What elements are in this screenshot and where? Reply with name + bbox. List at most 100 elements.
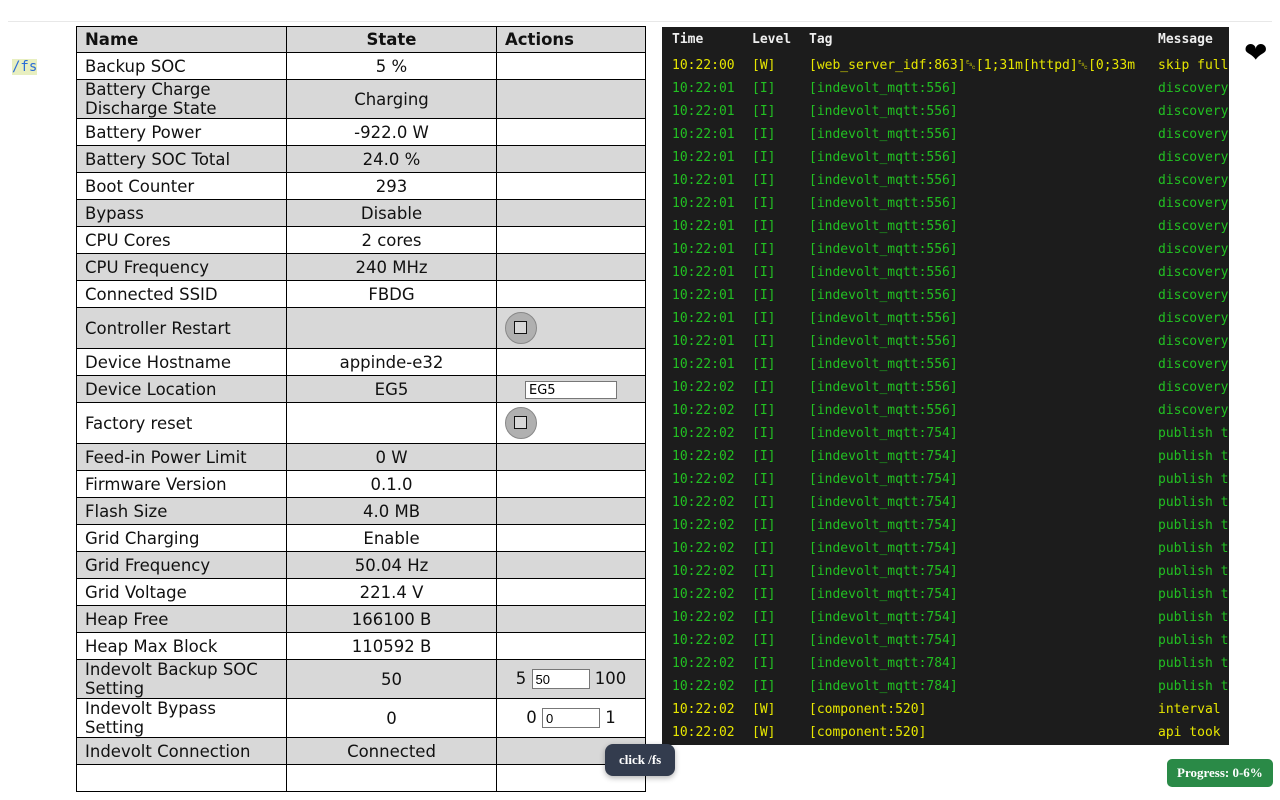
entity-name: Indevolt Connection	[76, 737, 287, 765]
log-tag: [indevolt_mqtt:556]	[809, 127, 958, 142]
entity-name: Battery Power	[76, 118, 287, 146]
log-message: publish t	[1158, 587, 1229, 602]
log-time: 10:22:01	[672, 288, 735, 303]
table-row: Factory reset	[76, 402, 646, 444]
entity-state: 24.0 %	[286, 145, 497, 173]
log-level: [I]	[752, 587, 776, 602]
log-time: 10:22:02	[672, 633, 735, 648]
log-tag: [indevolt_mqtt:556]	[809, 81, 958, 96]
entity-name	[76, 764, 287, 792]
table-row	[76, 764, 646, 792]
entity-actions	[496, 253, 646, 281]
entity-state	[286, 402, 497, 444]
log-message: publish t	[1158, 449, 1229, 464]
entity-name: Heap Free	[76, 605, 287, 633]
entity-actions	[496, 375, 646, 403]
log-message: skip full	[1158, 58, 1229, 73]
fs-link[interactable]: /fs	[12, 59, 38, 75]
entity-state: Disable	[286, 199, 497, 227]
entity-actions	[496, 551, 646, 579]
entity-name: Backup SOC	[76, 52, 287, 80]
table-row: Heap Free 166100 B	[76, 605, 646, 633]
heart-icon[interactable]: ❤	[1244, 36, 1267, 69]
entity-actions	[496, 578, 646, 606]
log-tag: [web_server_idf:863]␛[1;31m[httpd]␛[0;33…	[809, 58, 1136, 73]
log-message: discovery	[1158, 265, 1229, 280]
square-icon	[514, 321, 527, 334]
entity-state: appinde-e32	[286, 348, 497, 376]
log-message: discovery	[1158, 403, 1229, 418]
log-level: [I]	[752, 541, 776, 556]
header-name: Name	[76, 26, 287, 53]
log-time: 10:22:01	[672, 334, 735, 349]
entity-actions	[496, 307, 646, 349]
entity-state	[286, 764, 497, 792]
log-tag: [indevolt_mqtt:556]	[809, 104, 958, 119]
log-message: publish t	[1158, 564, 1229, 579]
log-message: interval	[1158, 702, 1221, 717]
entity-actions	[496, 145, 646, 173]
log-level: [I]	[752, 127, 776, 142]
log-level: [I]	[752, 334, 776, 349]
min-label: 0	[526, 707, 537, 727]
log-tag: [indevolt_mqtt:754]	[809, 610, 958, 625]
log-message: publish t	[1158, 495, 1229, 510]
table-row: Heap Max Block 110592 B	[76, 632, 646, 660]
log-time: 10:22:02	[672, 380, 735, 395]
number-input[interactable]	[542, 708, 600, 729]
entity-actions	[496, 632, 646, 660]
log-message: publish t	[1158, 472, 1229, 487]
log-level: [I]	[752, 311, 776, 326]
log-level: [I]	[752, 196, 776, 211]
log-message: publish t	[1158, 518, 1229, 533]
log-time: 10:22:02	[672, 518, 735, 533]
log-message: api took	[1158, 725, 1221, 740]
log-level: [I]	[752, 656, 776, 671]
table-row: Boot Counter 293	[76, 172, 646, 200]
entity-state: 221.4 V	[286, 578, 497, 606]
log-tag: [indevolt_mqtt:556]	[809, 219, 958, 234]
table-header-row: Name State Actions	[76, 26, 646, 53]
log-time: 10:22:02	[672, 449, 735, 464]
progress-badge: Progress: 0-6%	[1167, 759, 1273, 787]
number-input[interactable]	[531, 669, 590, 690]
entity-actions: 5 100	[496, 659, 646, 699]
log-level: [W]	[752, 58, 776, 73]
log-level: [I]	[752, 426, 776, 441]
log-time: 10:22:02	[672, 426, 735, 441]
log-tag: [indevolt_mqtt:754]	[809, 426, 958, 441]
location-input[interactable]	[525, 381, 617, 400]
entity-actions	[496, 172, 646, 200]
table-row: Bypass Disable	[76, 199, 646, 227]
log-header-message: Message	[1158, 32, 1213, 47]
entity-state: Enable	[286, 524, 497, 552]
log-level: [I]	[752, 610, 776, 625]
max-label: 100	[594, 668, 627, 688]
log-level: [I]	[752, 173, 776, 188]
action-button[interactable]	[505, 407, 537, 439]
log-message: discovery	[1158, 127, 1229, 142]
log-tag: [indevolt_mqtt:556]	[809, 196, 958, 211]
entity-state: FBDG	[286, 280, 497, 308]
header-state: State	[286, 26, 497, 53]
entity-state: 2 cores	[286, 226, 497, 254]
entity-name: Grid Voltage	[76, 578, 287, 606]
table-row: Battery SOC Total 24.0 %	[76, 145, 646, 173]
log-time: 10:22:02	[672, 472, 735, 487]
table-row: Battery Power -922.0 W	[76, 118, 646, 146]
action-button[interactable]	[505, 312, 537, 344]
entity-name: Bypass	[76, 199, 287, 227]
log-tag: [indevolt_mqtt:754]	[809, 564, 958, 579]
entity-name: Flash Size	[76, 497, 287, 525]
log-tag: [indevolt_mqtt:784]	[809, 656, 958, 671]
entity-name: Heap Max Block	[76, 632, 287, 660]
table-row: Grid Voltage 221.4 V	[76, 578, 646, 606]
entity-name: Device Location	[76, 375, 287, 403]
log-time: 10:22:00	[672, 58, 735, 73]
entity-actions	[496, 280, 646, 308]
log-tag: [indevolt_mqtt:754]	[809, 587, 958, 602]
log-tag: [indevolt_mqtt:754]	[809, 541, 958, 556]
log-level: [I]	[752, 679, 776, 694]
entity-name: Boot Counter	[76, 172, 287, 200]
table-row: CPU Frequency 240 MHz	[76, 253, 646, 281]
